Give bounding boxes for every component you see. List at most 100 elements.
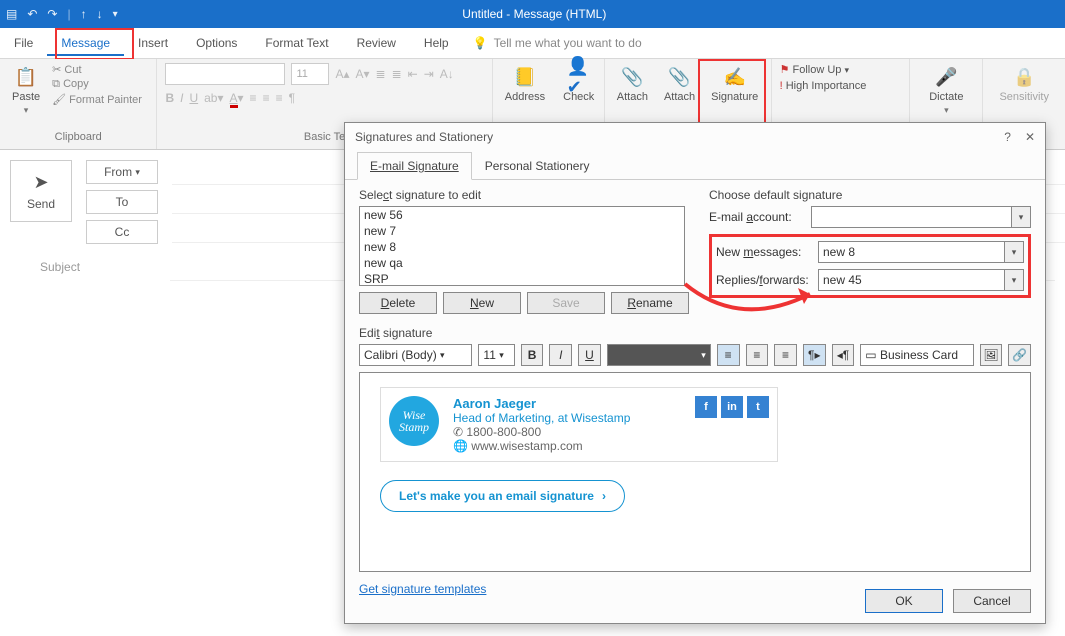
chevron-right-icon: › (602, 489, 606, 503)
link-icon[interactable]: 🔗 (1008, 344, 1031, 366)
tab-review[interactable]: Review (343, 30, 410, 56)
paste-button[interactable]: 📋 Paste ▾ (8, 63, 44, 118)
send-button[interactable]: ➤ Send (10, 160, 72, 222)
customize-qat-icon[interactable]: ▾ (113, 9, 118, 20)
paragraph-icon[interactable]: ¶ (289, 91, 295, 105)
replies-forwards-select[interactable]: new 45▾ (818, 269, 1024, 291)
cancel-button[interactable]: Cancel (953, 589, 1031, 613)
up-icon[interactable]: ↑ (81, 7, 87, 21)
italic-icon[interactable]: I (549, 344, 572, 366)
list-item[interactable]: new qa (360, 255, 684, 271)
tab-email-signature[interactable]: E-mail Signature (357, 152, 472, 180)
new-messages-select[interactable]: new 8▾ (818, 241, 1024, 263)
highlight-default-signatures: New messages: new 8▾ Replies/forwards: n… (709, 234, 1031, 298)
list-item[interactable]: new 8 (360, 239, 684, 255)
new-button[interactable]: New (443, 292, 521, 314)
rename-button[interactable]: Rename (611, 292, 689, 314)
italic-icon[interactable]: I (180, 91, 183, 105)
sig-font-select[interactable]: Calibri (Body) ▾ (359, 344, 472, 366)
dictate-button[interactable]: 🎤Dictate▾ (918, 63, 974, 118)
sig-size-select[interactable]: 11 ▾ (478, 344, 514, 366)
align-center-icon[interactable]: ≡ (263, 91, 270, 105)
signature-button[interactable]: ✍Signature (707, 63, 762, 105)
cut-button[interactable]: ✂ Cut (52, 63, 142, 76)
tell-me-input[interactable]: Tell me what you want to do (494, 36, 642, 50)
chevron-down-icon: ▾ (24, 105, 29, 116)
align-left-icon[interactable]: ≡ (250, 91, 257, 105)
twitter-icon[interactable]: t (747, 396, 769, 418)
signature-icon: ✍ (723, 65, 747, 89)
cc-button[interactable]: Cc (86, 220, 158, 244)
font-color-icon[interactable]: A▾ (230, 91, 244, 105)
tab-insert[interactable]: Insert (124, 30, 182, 56)
underline-icon[interactable]: U (189, 91, 198, 105)
down-icon[interactable]: ↓ (97, 7, 103, 21)
signature-list[interactable]: new 56 new 7 new 8 new qa SRP yuval (359, 206, 685, 286)
business-card-button[interactable]: ▭ Business Card (860, 344, 973, 366)
email-account-select[interactable]: ▾ (811, 206, 1031, 228)
sig-color-select[interactable]: ▾ (607, 344, 711, 366)
redo-icon[interactable]: ↷ (47, 7, 57, 21)
undo-icon[interactable]: ↶ (27, 7, 37, 21)
chevron-down-icon: ▾ (1004, 270, 1023, 290)
rtl-icon[interactable]: ◂¶ (832, 344, 855, 366)
check-names-button[interactable]: 👤✔Check (559, 63, 598, 105)
help-icon[interactable]: ? (1004, 130, 1011, 144)
highlight-icon[interactable]: ab▾ (204, 91, 223, 105)
outdent-icon[interactable]: ⇤ (408, 67, 418, 81)
to-button[interactable]: To (86, 190, 158, 214)
grow-font-icon[interactable]: A▴ (335, 67, 349, 81)
bold-icon[interactable]: B (521, 344, 544, 366)
tab-options[interactable]: Options (182, 30, 251, 56)
address-book-button[interactable]: 📒Address (501, 63, 549, 105)
follow-up-button[interactable]: ⚑ Follow Up ▾ (780, 63, 902, 76)
copy-button[interactable]: ⧉ Copy (52, 78, 142, 91)
numbering-icon[interactable]: ≣ (392, 67, 402, 81)
signature-editor[interactable]: Wise Stamp Aaron Jaeger Head of Marketin… (359, 372, 1031, 572)
tab-message[interactable]: Message (47, 30, 124, 56)
ltr-icon[interactable]: ¶▸ (803, 344, 826, 366)
save-icon[interactable]: ▤ (6, 7, 17, 21)
send-icon: ➤ (33, 172, 48, 193)
indent-icon[interactable]: ⇥ (424, 67, 434, 81)
list-item[interactable]: new 7 (360, 223, 684, 239)
shrink-font-icon[interactable]: A▾ (355, 67, 369, 81)
format-painter-button[interactable]: 🖌 Format Painter (52, 93, 142, 106)
tab-personal-stationery[interactable]: Personal Stationery (472, 152, 603, 180)
wisestamp-cta-button[interactable]: Let's make you an email signature› (380, 480, 625, 512)
save-button[interactable]: Save (527, 292, 605, 314)
align-left-icon[interactable]: ≡ (717, 344, 740, 366)
attach-item-button[interactable]: 📎Attach (660, 63, 699, 105)
signature-toolbar: Calibri (Body) ▾ 11 ▾ B I U ▾ ≡ ≡ ≡ ¶▸ ◂… (359, 344, 1031, 366)
underline-icon[interactable]: U (578, 344, 601, 366)
tab-help[interactable]: Help (410, 30, 463, 56)
get-templates-link[interactable]: Get signature templates (359, 582, 486, 596)
list-item[interactable]: new 56 (360, 207, 684, 223)
dialog-title: Signatures and Stationery (355, 130, 493, 144)
high-importance-button[interactable]: ! High Importance (780, 80, 902, 92)
sensitivity-button[interactable]: 🔒Sensitivity (991, 63, 1057, 105)
close-icon[interactable]: ✕ (1025, 130, 1035, 144)
chevron-down-icon: ▾ (135, 167, 140, 178)
font-row-1: 11 A▴ A▾ ≣ ≣ ⇤ ⇥ A↓ (165, 63, 483, 85)
attach-file-button[interactable]: 📎Attach (613, 63, 652, 105)
list-item[interactable]: SRP (360, 271, 684, 286)
bullets-icon[interactable]: ≣ (376, 67, 386, 81)
sort-icon[interactable]: A↓ (440, 67, 454, 81)
align-center-icon[interactable]: ≡ (746, 344, 769, 366)
align-right-icon[interactable]: ≡ (774, 344, 797, 366)
from-button[interactable]: From ▾ (86, 160, 158, 184)
font-family-select[interactable] (165, 63, 285, 85)
bold-icon[interactable]: B (165, 91, 174, 105)
tab-file[interactable]: File (0, 30, 47, 56)
facebook-icon[interactable]: f (695, 396, 717, 418)
align-right-icon[interactable]: ≡ (276, 91, 283, 105)
quick-access-toolbar: ▤ ↶ ↷ | ↑ ↓ ▾ (0, 7, 124, 21)
delete-button[interactable]: Delete (359, 292, 437, 314)
font-size-select[interactable]: 11 (291, 63, 329, 85)
ok-button[interactable]: OK (865, 589, 943, 613)
picture-icon[interactable]: 🖼 (980, 344, 1003, 366)
linkedin-icon[interactable]: in (721, 396, 743, 418)
brush-icon: 🖌 (52, 94, 66, 106)
tab-format-text[interactable]: Format Text (251, 30, 342, 56)
